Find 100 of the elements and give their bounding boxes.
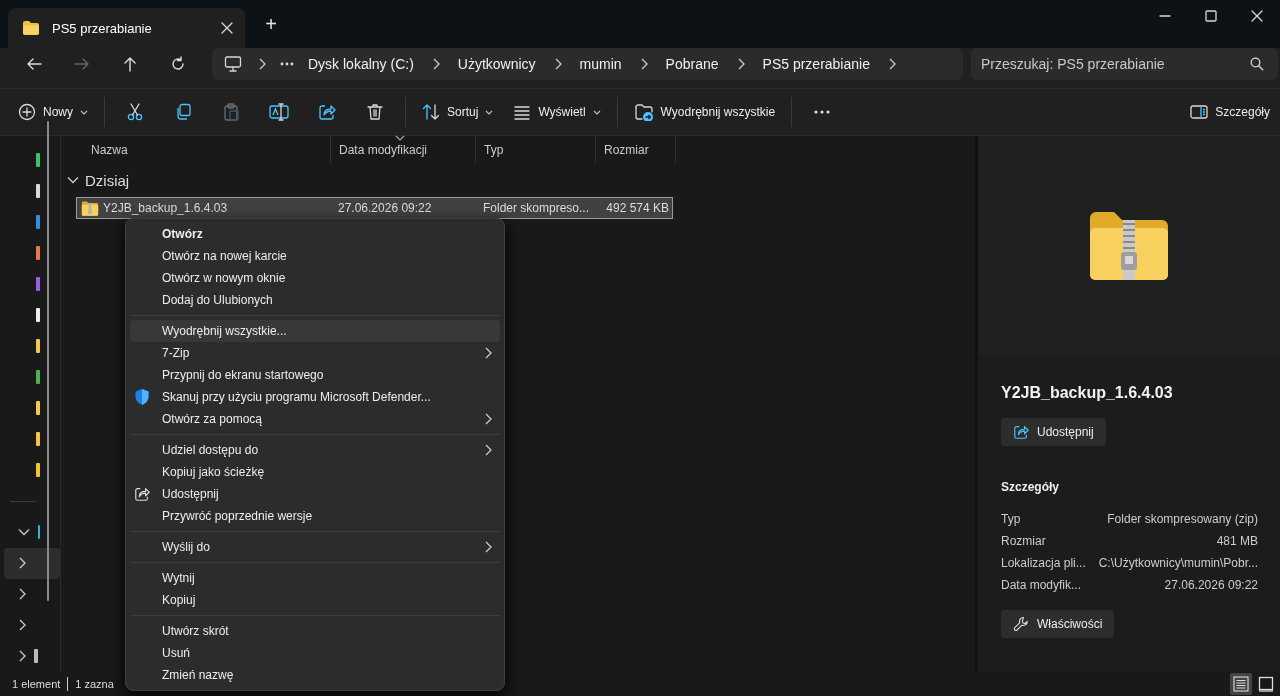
chevron-down-icon <box>18 528 30 537</box>
size-cell-text: 492 574 KB <box>605 201 670 215</box>
view-toggle[interactable] <box>1230 673 1252 695</box>
up-icon[interactable] <box>122 56 138 72</box>
date-cell-text: 27.06.2026 09:22 <box>337 201 433 215</box>
breadcrumb-item[interactable]: Dysk lokalny (C:) <box>306 56 424 72</box>
menu-item[interactable]: Utwórz skrót <box>130 620 500 642</box>
chevron-right-icon <box>736 58 745 70</box>
folder-extract-icon <box>633 103 654 121</box>
type-cell-text: Folder skompreso... <box>482 201 591 215</box>
scissors-icon[interactable] <box>126 103 144 121</box>
details-view-icon <box>1233 676 1249 692</box>
breadcrumb-item[interactable]: Pobrane <box>655 56 729 72</box>
property-label: Lokalizacja pli... <box>1001 556 1086 570</box>
chevron-right-icon <box>431 58 440 70</box>
chevron-right-icon <box>18 588 26 601</box>
column-header[interactable]: Typ <box>476 136 596 163</box>
extract-button[interactable]: Wyodrębnij wszystkie <box>623 96 786 128</box>
breadcrumb-item[interactable]: Użytkownicy <box>447 56 546 72</box>
menu-item[interactable]: Wyodrębnij wszystkie... <box>130 320 500 342</box>
rename-icon[interactable] <box>269 103 289 121</box>
chevron-right-icon <box>887 58 896 70</box>
file-title: Y2JB_backup_1.6.4.03 <box>1001 384 1174 402</box>
breadcrumb-item[interactable]: mumin <box>569 56 632 72</box>
chevron-right-icon <box>553 58 562 70</box>
menu-item[interactable]: Zmień nazwę <box>130 664 500 686</box>
details-pane-icon <box>1190 103 1209 121</box>
chevron-right-icon <box>18 619 26 632</box>
chevron-right-icon <box>18 557 26 570</box>
file-row[interactable]: Y2JB_backup_1.6.4.03 27.06.2026 09:22 Folder skompreso... 492 574 KB <box>76 197 673 219</box>
sort-button[interactable]: Sortuj <box>412 96 504 128</box>
menu-item[interactable]: Usuń <box>130 642 500 664</box>
menu-item[interactable]: Dodaj do Ulubionych <box>130 289 500 311</box>
tiles-view-icon <box>1258 676 1274 692</box>
back-icon[interactable] <box>26 56 42 72</box>
property-value: C:\Użytkownicy\mumin\Pobr... <box>1098 556 1258 570</box>
chevron-down-icon[interactable] <box>67 176 79 184</box>
scrollbar[interactable] <box>47 121 49 601</box>
file-name: Y2JB_backup_1.6.4.03 <box>103 201 228 215</box>
menu-item[interactable]: Przywróć poprzednie wersje <box>130 505 500 527</box>
tab-title: PS5 przerabianie <box>52 20 153 36</box>
property-value: 27.06.2026 09:22 <box>1164 578 1258 592</box>
column-header[interactable]: Rozmiar <box>596 136 676 163</box>
shield-icon <box>134 388 150 406</box>
ellipsis-icon[interactable] <box>280 62 294 66</box>
caret-down-icon <box>592 109 601 115</box>
wrench-icon <box>1013 616 1029 632</box>
column-header[interactable]: Nazwa <box>61 136 331 163</box>
zip-folder-icon <box>81 200 99 216</box>
property-label: Typ <box>1001 512 1021 526</box>
menu-item[interactable]: Otwórz <box>130 223 500 245</box>
menu-item[interactable]: Otwórz za pomocą <box>130 408 500 430</box>
new-tab-button[interactable]: + <box>257 10 285 38</box>
menu-item[interactable]: Wytnij <box>130 567 500 589</box>
close-icon[interactable] <box>221 22 233 34</box>
property-value: 481 MB <box>1216 534 1258 548</box>
copy-icon[interactable] <box>174 103 192 121</box>
share-icon <box>1013 424 1029 440</box>
property-label: Data modyfik... <box>1001 578 1082 592</box>
breadcrumb-bar[interactable]: Dysk lokalny (C:) Użytkownicy mumin Pobrane PS5 przerabianie <box>212 48 963 80</box>
menu-item[interactable]: Otwórz w nowym oknie <box>130 267 500 289</box>
computer-icon <box>224 56 242 72</box>
group-label[interactable]: Dzisiaj <box>85 171 130 189</box>
refresh-icon[interactable] <box>170 56 186 72</box>
menu-item[interactable]: Skanuj przy użyciu programu Microsoft Defender... <box>130 386 500 408</box>
menu-item[interactable]: Udziel dostępu do <box>130 439 500 461</box>
list-view-icon <box>513 103 532 121</box>
tab[interactable]: PS5 przerabianie <box>8 8 245 48</box>
share-icon[interactable] <box>318 103 336 121</box>
close-icon[interactable] <box>1251 10 1263 22</box>
share-button[interactable]: Udostępnij <box>1001 418 1106 446</box>
menu-item[interactable]: Przypnij do ekranu startowego <box>130 364 500 386</box>
menu-item[interactable]: Wyślij do <box>130 536 500 558</box>
search-icon <box>1250 57 1264 71</box>
new-button[interactable]: Nowy <box>8 96 98 128</box>
caret-down-icon <box>80 109 88 115</box>
view-button[interactable]: Wyświetl <box>503 96 611 128</box>
menu-item[interactable]: Kopiuj jako ścieżkę <box>130 461 500 483</box>
menu-item[interactable]: Otwórz na nowej karcie <box>130 245 500 267</box>
property-label: Rozmiar <box>1001 534 1046 548</box>
maximize-icon[interactable] <box>1205 10 1217 22</box>
status-text: 1 element <box>12 678 61 690</box>
menu-item[interactable]: Udostępnij <box>130 483 500 505</box>
sort-icon <box>422 103 440 121</box>
chevron-right-icon <box>258 58 266 70</box>
search-field[interactable]: Przeszukaj: PS5 przerabianie <box>971 48 1278 80</box>
trash-icon[interactable] <box>366 103 384 121</box>
tree-item[interactable] <box>4 547 60 579</box>
section-title: Szczegóły <box>1001 480 1061 494</box>
plus-icon <box>18 103 36 121</box>
details-button[interactable]: Szczegóły <box>1180 96 1280 128</box>
column-header[interactable]: Data modyfikacji <box>331 136 476 163</box>
menu-item[interactable]: 7-Zip <box>130 342 500 364</box>
property-value: Folder skompresowany (zip) <box>1107 512 1258 526</box>
properties-button[interactable]: Właściwości <box>1001 610 1115 638</box>
chevron-right-icon <box>639 58 648 70</box>
menu-item[interactable]: Kopiuj <box>130 589 500 611</box>
chevron-right-icon <box>18 650 26 663</box>
breadcrumb-item[interactable]: PS5 przerabianie <box>752 56 880 72</box>
status-text: 1 zazna <box>75 678 114 690</box>
